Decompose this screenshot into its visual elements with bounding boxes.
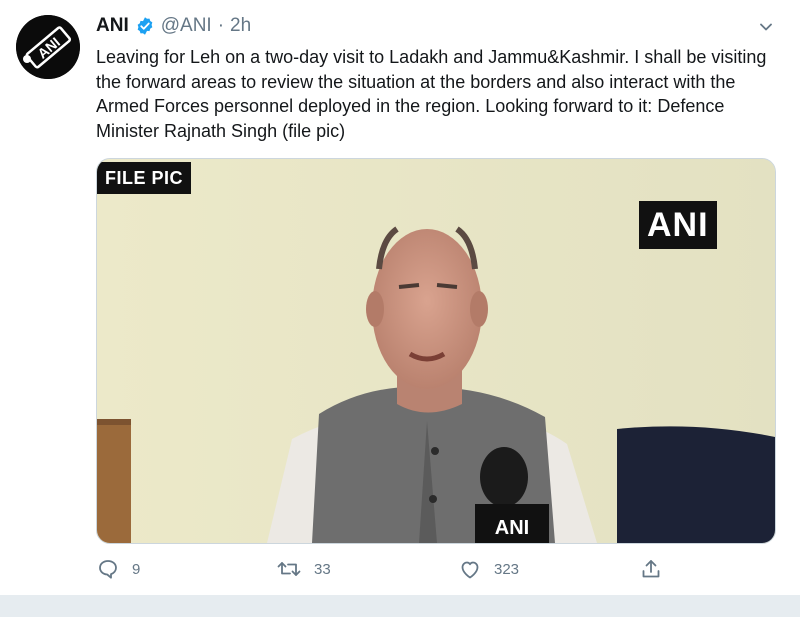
separator-dot: · [217, 15, 225, 36]
microphone-logo-text: ANI [495, 517, 529, 539]
verified-badge-icon [135, 16, 155, 36]
tweet-actions: 9 33 323 [96, 553, 696, 585]
tweet-card[interactable]: ANI ANI @ANI · 2h Leaving for Leh on a t… [0, 0, 800, 595]
like-icon [458, 557, 482, 581]
tweet-media[interactable]: ANI FILE PIC ANI [96, 158, 776, 544]
retweet-count: 33 [314, 560, 331, 578]
tweet-text: Leaving for Leh on a two-day visit to La… [96, 47, 767, 141]
like-count: 323 [494, 560, 520, 578]
reply-count: 9 [132, 560, 141, 578]
tweet-timestamp[interactable]: 2h [230, 15, 251, 37]
share-button[interactable] [639, 553, 663, 585]
timeline-background [0, 595, 800, 617]
file-pic-badge: FILE PIC [97, 162, 192, 194]
ani-logo-icon: ANI [16, 15, 80, 79]
reply-icon [96, 557, 120, 581]
author-name[interactable]: ANI [96, 15, 129, 37]
tweet-header: ANI @ANI · 2h [96, 14, 251, 38]
like-button[interactable]: 323 [458, 553, 519, 585]
ani-watermark: ANI [639, 201, 717, 249]
chevron-down-icon[interactable] [756, 17, 776, 37]
retweet-icon [276, 557, 302, 581]
share-icon [639, 557, 663, 581]
author-handle[interactable]: @ANI [161, 15, 212, 37]
retweet-button[interactable]: 33 [276, 553, 331, 585]
avatar[interactable]: ANI [16, 15, 80, 79]
reply-button[interactable]: 9 [96, 553, 140, 585]
